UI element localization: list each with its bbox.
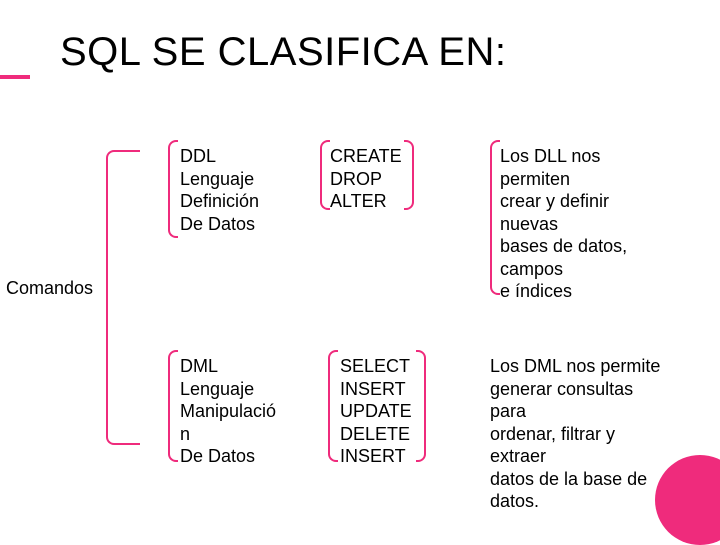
dml-block: DML Lenguaje Manipulació n De Datos [180,355,276,468]
create-block: CREATE DROP ALTER [330,145,402,213]
bracket-main [106,150,140,445]
bracket-create-l [320,140,330,210]
desc2-block: Los DML nos permite generar consultas pa… [490,355,660,513]
select-block: SELECT INSERT UPDATE DELETE INSERT [340,355,412,468]
bracket-create-r [404,140,414,210]
bracket-desc1 [490,140,500,295]
bracket-select-r [416,350,426,462]
desc1-block: Los DLL nos permiten crear y definir nue… [500,145,627,303]
decor-circle [655,455,720,545]
bracket-ddl [168,140,178,238]
comandos-label: Comandos [6,278,93,299]
bracket-select-l [328,350,338,462]
ddl-block: DDL Lenguaje Definición De Datos [180,145,259,235]
bracket-dml [168,350,178,462]
bracket-main-bot-ext [0,77,30,79]
page-title: SQL SE CLASIFICA EN: [0,0,720,75]
